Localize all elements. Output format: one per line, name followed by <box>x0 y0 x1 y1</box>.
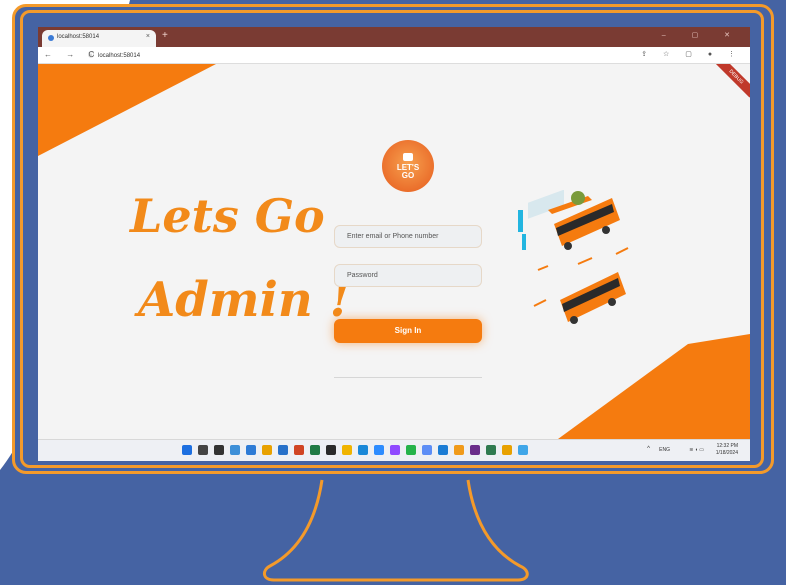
taskbar-icons <box>182 445 528 457</box>
bus-illustration-icon <box>518 190 629 324</box>
clock[interactable]: 12:32 PM 1/18/2024 <box>716 443 738 457</box>
clock-date: 1/18/2024 <box>715 450 738 456</box>
vscode-icon[interactable] <box>438 445 448 455</box>
url-text: localhost:58014 <box>98 53 141 59</box>
url-field[interactable]: ⓘ localhost:58014 <box>88 50 648 60</box>
headline-line1: Lets Go <box>130 189 325 243</box>
clock-time: 12:32 PM <box>716 443 738 449</box>
taskview-icon[interactable] <box>214 445 224 455</box>
files-icon[interactable] <box>342 445 352 455</box>
language-indicator[interactable]: ENG <box>659 447 670 453</box>
bus-icon <box>403 153 413 161</box>
tab-title: localhost:58014 <box>57 34 100 40</box>
screen: localhost:58014 × + – ▢ ✕ ← → C ⓘ localho… <box>38 27 750 461</box>
excel-icon[interactable] <box>310 445 320 455</box>
new-tab-button[interactable]: + <box>162 30 168 41</box>
search-icon[interactable] <box>198 445 208 455</box>
edge-icon[interactable] <box>358 445 368 455</box>
notepad-icon[interactable] <box>486 445 496 455</box>
windows-taskbar: ^ ENG ≋ ◖ ▭ 12:32 PM 1/18/2024 <box>38 439 750 461</box>
flutter-icon[interactable] <box>518 445 528 455</box>
headline-line2: Admin ! <box>138 272 351 328</box>
logo-text: LET'S GO <box>382 164 434 180</box>
store-icon[interactable] <box>246 445 256 455</box>
site-info-icon[interactable]: ⓘ <box>88 53 94 59</box>
logo-text-line2: GO <box>401 171 415 180</box>
chrome-icon[interactable] <box>262 445 272 455</box>
android-icon[interactable] <box>422 445 432 455</box>
browser-tab-bar: localhost:58014 × + – ▢ ✕ <box>38 27 750 47</box>
powerpoint-icon[interactable] <box>294 445 304 455</box>
whatsapp-icon[interactable] <box>406 445 416 455</box>
app-logo: LET'S GO <box>382 140 434 192</box>
tray-chevron-icon[interactable]: ^ <box>647 446 650 452</box>
browser-tab[interactable]: localhost:58014 × <box>42 30 156 47</box>
password-field[interactable]: Password <box>334 264 482 287</box>
login-page: DEBUG Lets Go Admin ! LET'S GO Enter ema… <box>38 64 750 439</box>
flutter-favicon-icon <box>48 35 54 41</box>
decor-triangles <box>38 64 750 439</box>
tab-close-icon[interactable]: × <box>146 33 150 40</box>
windows-start-icon[interactable] <box>182 445 192 455</box>
window-controls[interactable]: – ▢ ✕ <box>662 31 742 39</box>
divider <box>334 377 482 378</box>
address-bar: ← → C ⓘ localhost:58014 ⇪ ☆ ▢ ● ⋮ <box>38 47 750 64</box>
messenger-icon[interactable] <box>390 445 400 455</box>
terminal-icon[interactable] <box>326 445 336 455</box>
chrome2-icon[interactable] <box>502 445 512 455</box>
email-field[interactable]: Enter email or Phone number <box>334 225 482 248</box>
zoom-icon[interactable] <box>374 445 384 455</box>
outlook-icon[interactable] <box>278 445 288 455</box>
tray-status-icons[interactable]: ≋ ◖ ▭ <box>689 447 704 453</box>
sign-in-button[interactable]: Sign In <box>334 319 482 343</box>
toolbar-icons[interactable]: ⇪ ☆ ▢ ● ⋮ <box>641 50 742 58</box>
app-icon[interactable] <box>454 445 464 455</box>
widgets-icon[interactable] <box>230 445 240 455</box>
obs-icon[interactable] <box>470 445 480 455</box>
